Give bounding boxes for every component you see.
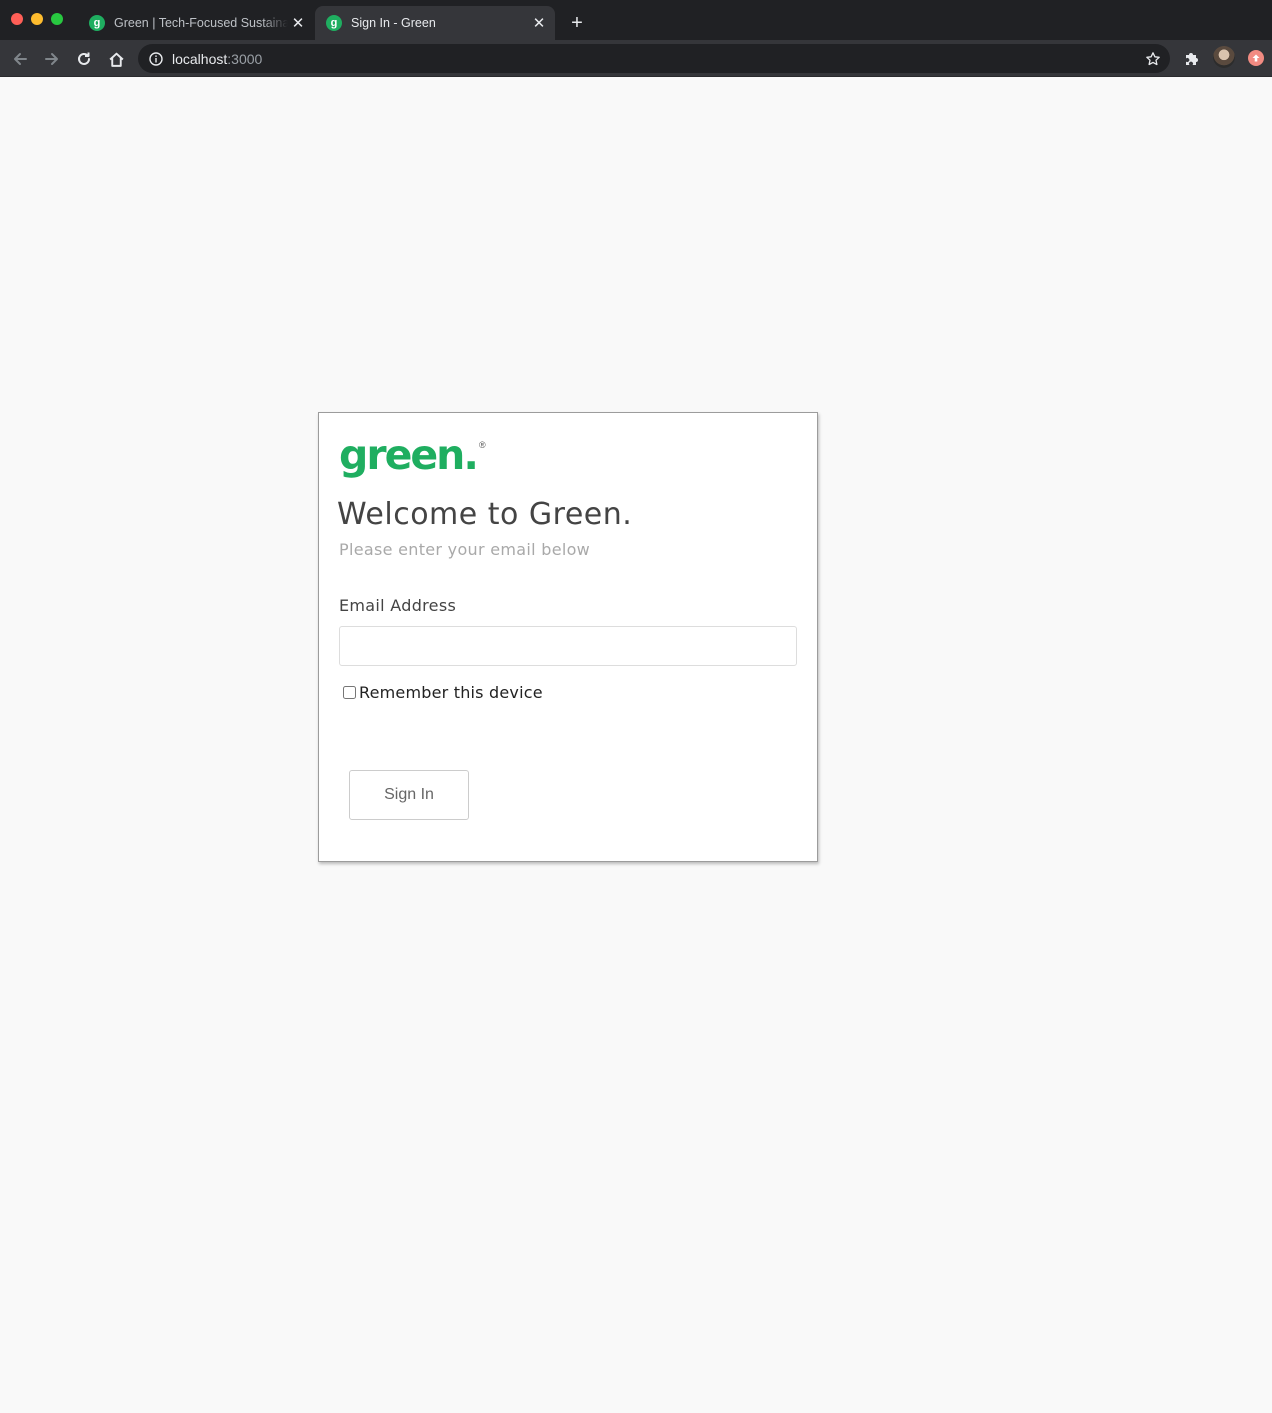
remember-device-row[interactable]: Remember this device <box>343 683 543 702</box>
tab-title: Sign In - Green <box>351 16 436 30</box>
page-title: Welcome to Green. <box>337 497 633 532</box>
tab-close-icon[interactable]: ✕ <box>529 13 549 33</box>
remember-device-label: Remember this device <box>359 683 543 702</box>
remember-device-checkbox[interactable] <box>343 686 356 699</box>
window-zoom-control[interactable] <box>51 13 63 25</box>
extensions-puzzle-icon[interactable] <box>1180 48 1202 70</box>
email-field[interactable] <box>339 626 797 666</box>
info-icon[interactable] <box>148 51 164 67</box>
tab-title: Green | Tech-Focused Sustaina <box>114 16 288 30</box>
update-badge-icon[interactable] <box>1248 50 1264 66</box>
registered-mark: ® <box>478 440 486 450</box>
window-minimize-control[interactable] <box>31 13 43 25</box>
url-port: :3000 <box>227 50 263 67</box>
address-bar[interactable]: localhost :3000 <box>138 44 1170 73</box>
green-logo: green. ® <box>339 435 486 476</box>
bookmark-star-icon[interactable] <box>1144 50 1162 68</box>
page-viewport: green. ® Welcome to Green. Please enter … <box>0 77 1272 1413</box>
window-close-control[interactable] <box>11 13 23 25</box>
back-arrow-icon[interactable] <box>9 48 31 70</box>
email-label: Email Address <box>339 596 457 615</box>
browser-tab-strip: g Green | Tech-Focused Sustaina ✕ g Sign… <box>0 0 1272 40</box>
url-host: localhost <box>172 50 228 67</box>
tab-close-icon[interactable]: ✕ <box>288 13 308 33</box>
page-subtitle: Please enter your email below <box>339 540 591 559</box>
profile-avatar[interactable] <box>1213 46 1235 68</box>
green-favicon-icon: g <box>326 15 342 31</box>
sign-in-card: green. ® Welcome to Green. Please enter … <box>318 412 818 862</box>
browser-toolbar: localhost :3000 <box>0 40 1272 77</box>
sign-in-button[interactable]: Sign In <box>349 770 469 820</box>
forward-arrow-icon[interactable] <box>41 48 63 70</box>
reload-icon[interactable] <box>73 48 95 70</box>
logo-wordmark: green. <box>339 431 479 479</box>
browser-tab-sign-in[interactable]: g Sign In - Green ✕ <box>315 6 555 40</box>
browser-tab-green-home[interactable]: g Green | Tech-Focused Sustaina ✕ <box>78 6 314 40</box>
home-icon[interactable] <box>105 48 127 70</box>
green-favicon-icon: g <box>89 15 105 31</box>
new-tab-button[interactable]: + <box>566 12 588 34</box>
